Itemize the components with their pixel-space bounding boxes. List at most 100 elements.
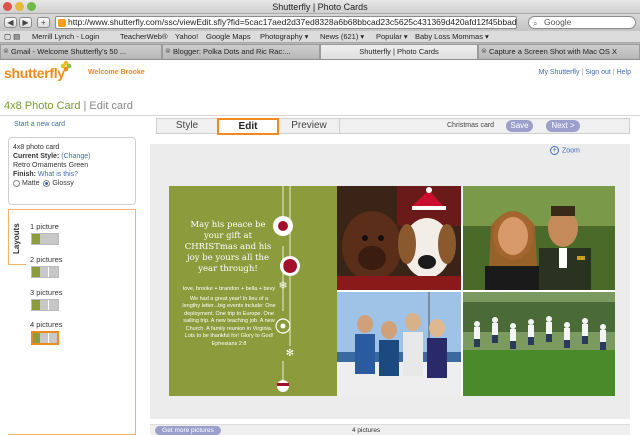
close-window-icon[interactable] [3,2,12,11]
bookmark-item[interactable]: Yahoo! [175,31,198,42]
bookmarks-bar: ▢ ▤ Merrill Lynch - Login TeacherWeb® Ya… [0,31,640,43]
browser-tabs: ⊗ Gmail - Welcome Shutterfly's 50 ... ⊗ … [0,43,640,60]
change-style-link[interactable]: (Change) [61,153,90,160]
svg-text:✻: ✻ [286,348,294,359]
card-info-panel: 4x8 photo card Current Style: (Change) R… [8,137,136,205]
photo-slot-couple[interactable] [463,186,615,290]
bookmark-item[interactable]: News (621) ▾ [320,31,364,42]
search-input[interactable]: ⌕ Google [528,16,636,29]
window-controls [3,2,36,11]
glossy-label: Glossy [52,180,74,187]
what-is-this-link[interactable]: What is this? [38,171,78,178]
add-bookmark-button[interactable]: + [37,17,50,28]
layout-4-pictures-thumb[interactable] [31,331,59,345]
window-titlebar: Shutterfly | Photo Cards [0,0,640,14]
title-separator: | [83,100,87,112]
account-links: My Shutterfly | Sign out | Help [539,69,631,76]
layout-option-label: 1 picture [30,222,59,231]
style-name: Retro Ornaments Green [13,162,89,169]
start-new-card-link[interactable]: Start a new card [14,121,65,128]
product-name: 4x8 photo card [13,144,60,151]
shutterfly-logo[interactable]: shutterfly [4,60,72,81]
thumb-photo-block [49,267,59,277]
bookmark-item[interactable]: Popular ▾ [376,31,408,42]
tab-label: Capture a Screen Shot with Mac OS X [489,47,617,56]
current-style-label: Current Style: [13,153,60,160]
layout-1-picture-thumb[interactable] [31,233,59,245]
close-tab-icon[interactable]: ⊗ [165,45,171,59]
photo-dogs-image [337,186,461,290]
tab-label: Blogger: Polka Dots and Ric Rac:... [173,47,291,56]
bookmark-item[interactable]: Merrill Lynch - Login [32,31,99,42]
welcome-message: Welcome Brooke [88,69,145,76]
bookmark-item[interactable]: TeacherWeb® [120,31,168,42]
bookmark-item[interactable]: Google Maps [206,31,251,42]
zoom-button[interactable]: + Zoom [550,146,580,155]
sign-out-link[interactable]: Sign out [585,69,611,76]
finish-options: Matte Glossy [13,179,131,188]
layout-option-label: 3 pictures [30,288,63,297]
zoom-window-icon[interactable] [27,2,36,11]
logo-flower-icon [60,60,72,72]
thumb-photo-block [39,267,50,277]
next-button[interactable]: Next > [546,120,580,132]
glossy-radio[interactable] [43,179,51,187]
save-button[interactable]: Save [506,120,533,132]
finish-row: Finish: What is this? [13,170,131,179]
back-button[interactable]: ◀ [4,17,17,28]
layout-3-pictures-thumb[interactable] [31,299,59,311]
layout-2-pictures-thumb[interactable] [31,266,59,278]
logo-text: shutterfly [4,65,65,81]
tab-preview[interactable]: Preview [279,119,339,133]
back-arrow-icon: ◀ [7,18,14,27]
header-divider [0,115,640,116]
tab-style[interactable]: Style [157,119,217,133]
get-more-pictures-button[interactable]: Get more pictures [155,426,221,435]
thumb-photo-block [49,333,57,343]
close-tab-icon[interactable]: ⊗ [481,45,487,59]
thumb-photo-block [40,333,50,343]
bookmarks-menu-icon[interactable]: ▢ ▤ [4,31,20,42]
ornament-decoration-icon: ❄ ✻ [273,186,300,392]
window-title: Shutterfly | Photo Cards [272,2,368,12]
tab-capture[interactable]: ⊗ Capture a Screen Shot with Mac OS X [478,44,640,59]
address-bar[interactable]: http://www.shutterfly.com/ssc/viewEdit.s… [55,16,517,29]
photo-slot-jumping[interactable] [463,292,615,396]
help-link[interactable]: Help [617,69,631,76]
photo-slot-boat[interactable] [337,292,461,396]
tab-label: Gmail - Welcome Shutterfly's 50 ... [11,47,127,56]
forward-arrow-icon: ▶ [22,18,29,27]
photo-card[interactable]: May his peace be your gift at CHRISTmas … [169,186,615,396]
page-subtitle: Edit card [89,100,133,112]
picture-count: 4 pictures [352,427,381,434]
page-title: 4x8 Photo Card | Edit card [4,100,133,112]
tab-shutterfly[interactable]: Shutterfly | Photo Cards [320,44,478,59]
minimize-window-icon[interactable] [15,2,24,11]
product-title: 4x8 Photo Card [4,100,81,112]
tab-blogger[interactable]: ⊗ Blogger: Polka Dots and Ric Rac:... [162,44,320,59]
layouts-panel [8,209,136,435]
photo-jumping-image [463,292,615,396]
my-shutterfly-link[interactable]: My Shutterfly [539,69,580,76]
thumb-photo-block [39,234,58,244]
layouts-tab-label: Layouts [12,223,21,254]
close-tab-icon[interactable]: ⊗ [3,45,9,59]
card-message: We had a great year! In lieu of a length… [182,295,276,347]
photo-boat-image [337,292,461,396]
bookmark-item[interactable]: Photography ▾ [260,31,308,42]
card-signature: love, brooke + brandon + bella + bevy [182,286,276,292]
bookmark-item[interactable]: Baby Loss Mommas ▾ [415,31,489,42]
photo-slot-dogs[interactable] [337,186,461,290]
card-name: Christmas card [447,122,495,129]
address-url: http://www.shutterfly.com/ssc/viewEdit.s… [68,17,517,27]
tab-edit[interactable]: Edit [217,118,279,135]
layouts-tab[interactable]: Layouts [8,209,26,265]
browser-toolbar: ◀ ▶ + http://www.shutterfly.com/ssc/view… [0,14,640,31]
plus-icon: + [41,18,46,27]
forward-button[interactable]: ▶ [19,17,32,28]
matte-radio[interactable] [13,179,20,187]
card-text-panel[interactable]: May his peace be your gift at CHRISTmas … [169,186,337,396]
thumb-text-block [33,333,41,343]
zoom-label: Zoom [562,147,580,155]
tab-gmail[interactable]: ⊗ Gmail - Welcome Shutterfly's 50 ... [0,44,162,59]
